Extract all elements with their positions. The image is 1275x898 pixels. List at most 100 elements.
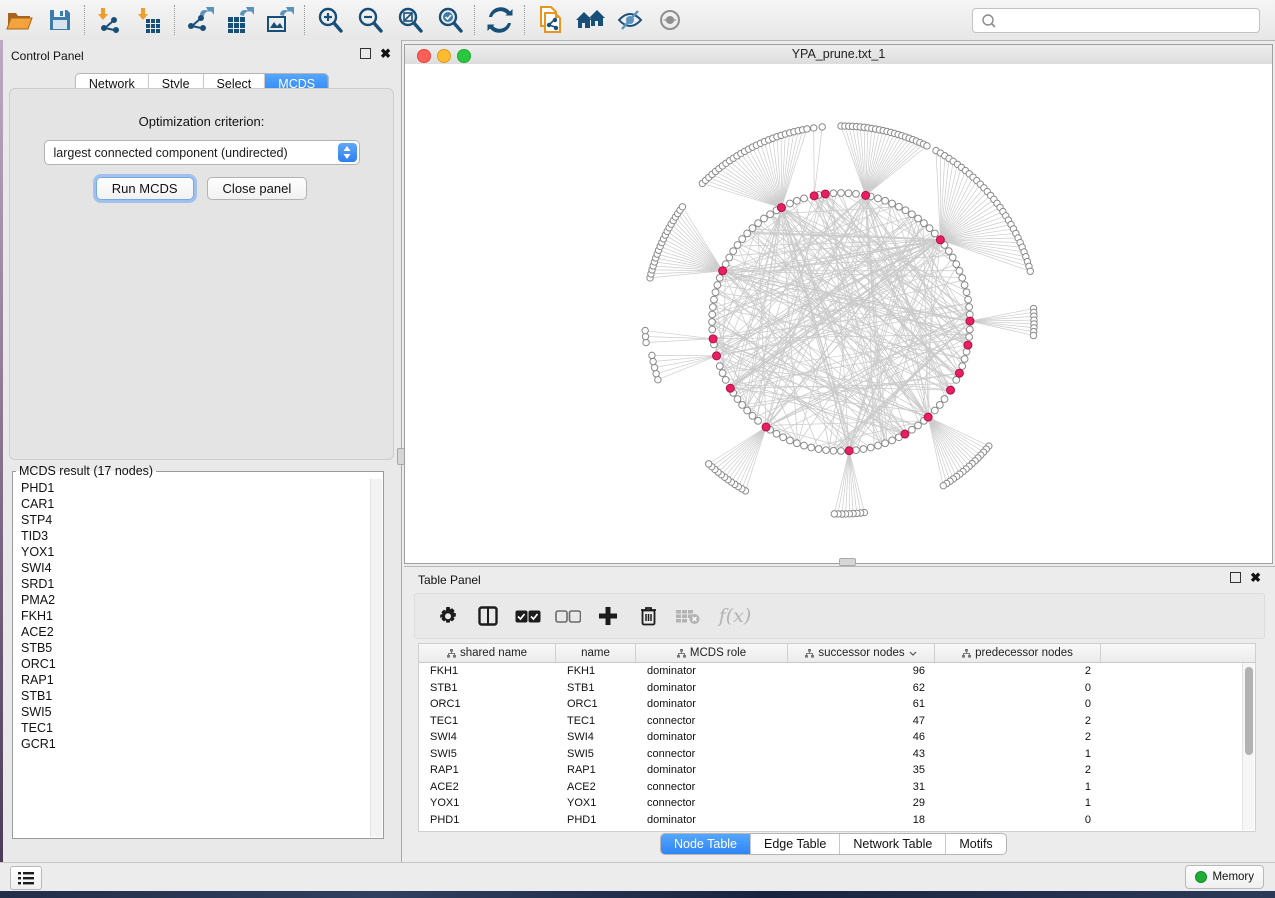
node[interactable] — [767, 211, 774, 218]
import-table-button[interactable] — [130, 3, 170, 37]
duplicate-network-button[interactable] — [530, 3, 570, 37]
node[interactable] — [949, 254, 956, 261]
leaf-node[interactable] — [804, 126, 810, 132]
node[interactable] — [714, 282, 721, 289]
mcds-result-item[interactable]: TID3 — [21, 528, 371, 544]
import-network-button[interactable] — [90, 3, 130, 37]
leaf-node[interactable] — [1030, 332, 1036, 338]
leaf-node[interactable] — [655, 377, 661, 383]
column-header-predecessor-nodes[interactable]: predecessor nodes — [935, 644, 1101, 662]
leaf-node[interactable] — [924, 143, 930, 149]
table-scrollbar-thumb[interactable] — [1245, 667, 1253, 755]
show-all-button[interactable] — [650, 3, 690, 37]
node[interactable] — [739, 236, 746, 243]
zoom-fit-button[interactable] — [390, 3, 430, 37]
node[interactable] — [926, 225, 933, 232]
node[interactable] — [830, 190, 837, 197]
column-header-name[interactable]: name — [556, 644, 636, 662]
search-input[interactable] — [1001, 11, 1259, 30]
leaf-node[interactable] — [705, 461, 711, 467]
tab-network-table[interactable]: Network Table — [839, 834, 945, 854]
export-table-button[interactable] — [220, 3, 260, 37]
node[interactable] — [867, 444, 874, 451]
table-row[interactable]: STB1STB1dominator620 — [419, 680, 1255, 697]
leaf-node[interactable] — [811, 125, 817, 131]
node[interactable] — [889, 200, 896, 207]
mcds-hub-node[interactable] — [713, 352, 721, 360]
node[interactable] — [853, 447, 860, 454]
node[interactable] — [793, 197, 800, 204]
node[interactable] — [941, 396, 948, 403]
delete-table-button[interactable] — [675, 603, 701, 629]
node[interactable] — [726, 254, 733, 261]
mcds-result-item[interactable]: ORC1 — [21, 656, 371, 672]
show-columns-button[interactable] — [475, 603, 501, 629]
node[interactable] — [931, 230, 938, 237]
node[interactable] — [882, 440, 889, 447]
node[interactable] — [749, 225, 756, 232]
node[interactable] — [830, 447, 837, 454]
mcds-result-item[interactable]: STP4 — [21, 512, 371, 528]
network-canvas[interactable] — [405, 64, 1272, 563]
delete-column-button[interactable] — [635, 603, 661, 629]
column-header-MCDS-role[interactable]: MCDS role — [636, 644, 788, 662]
mcds-result-item[interactable]: PMA2 — [21, 592, 371, 608]
mcds-hub-node[interactable] — [821, 190, 829, 198]
task-history-button[interactable] — [10, 866, 42, 890]
node[interactable] — [908, 211, 915, 218]
node[interactable] — [730, 248, 737, 255]
column-header-shared-name[interactable]: shared name — [419, 644, 556, 662]
node[interactable] — [915, 422, 922, 429]
node[interactable] — [845, 190, 852, 197]
leaf-node[interactable] — [642, 333, 648, 339]
node[interactable] — [966, 304, 973, 311]
node[interactable] — [953, 261, 960, 268]
function-builder-button[interactable]: f(x) — [715, 603, 755, 629]
node[interactable] — [734, 396, 741, 403]
node[interactable] — [801, 442, 808, 449]
export-image-button[interactable] — [260, 3, 300, 37]
table-row[interactable]: ACE2ACE2connector311 — [419, 779, 1255, 796]
mcds-hub-node[interactable] — [966, 317, 974, 325]
tab-motifs[interactable]: Motifs — [945, 834, 1005, 854]
node[interactable] — [959, 363, 966, 370]
mcds-hub-node[interactable] — [777, 204, 785, 212]
table-settings-button[interactable] — [435, 603, 461, 629]
leaf-node[interactable] — [653, 371, 659, 377]
node[interactable] — [961, 282, 968, 289]
node[interactable] — [931, 407, 938, 414]
table-row[interactable]: PHD1PHD1dominator180 — [419, 812, 1255, 829]
node[interactable] — [963, 289, 970, 296]
node[interactable] — [908, 426, 915, 433]
tab-node-table[interactable]: Node Table — [661, 834, 750, 854]
leaf-node[interactable] — [643, 339, 649, 345]
mcds-result-item[interactable]: SWI4 — [21, 560, 371, 576]
node[interactable] — [722, 376, 729, 383]
node[interactable] — [860, 446, 867, 453]
mcds-hub-node[interactable] — [810, 192, 818, 200]
mcds-result-item[interactable]: YOX1 — [21, 544, 371, 560]
node[interactable] — [773, 430, 780, 437]
criterion-dropdown[interactable]: largest connected component (undirected) — [44, 140, 360, 165]
mcds-result-item[interactable]: STB1 — [21, 688, 371, 704]
node[interactable] — [875, 195, 882, 202]
node[interactable] — [716, 274, 723, 281]
node[interactable] — [712, 289, 719, 296]
mcds-result-item[interactable]: ACE2 — [21, 624, 371, 640]
close-panel-icon[interactable]: ✖ — [380, 49, 391, 59]
search-field[interactable] — [972, 8, 1260, 33]
refresh-layout-button[interactable] — [480, 3, 520, 37]
mcds-result-item[interactable]: GCR1 — [21, 736, 371, 752]
mcds-hub-node[interactable] — [719, 267, 727, 275]
table-row[interactable]: YOX1YOX1connector291 — [419, 795, 1255, 812]
select-all-button[interactable] — [515, 603, 541, 629]
node[interactable] — [889, 437, 896, 444]
mcds-result-item[interactable]: FKH1 — [21, 608, 371, 624]
mcds-result-item[interactable]: RAP1 — [21, 672, 371, 688]
save-session-button[interactable] — [40, 3, 80, 37]
node[interactable] — [719, 370, 726, 377]
first-neighbors-button[interactable] — [570, 3, 610, 37]
mcds-hub-node[interactable] — [762, 423, 770, 431]
node[interactable] — [793, 440, 800, 447]
node[interactable] — [755, 417, 762, 424]
